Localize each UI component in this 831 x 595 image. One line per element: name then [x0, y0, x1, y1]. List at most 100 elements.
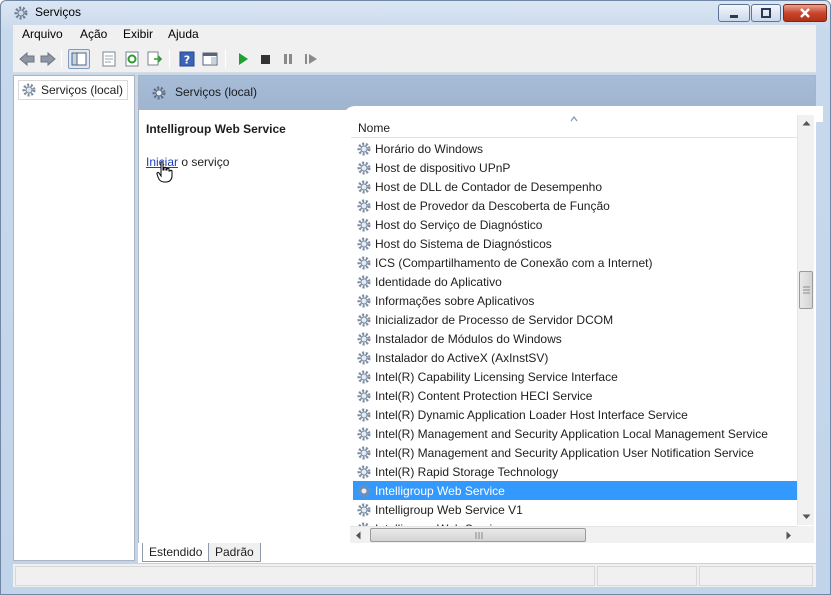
- grip-icon: [803, 286, 810, 294]
- service-name: Intel(R) Dynamic Application Loader Host…: [375, 407, 688, 422]
- service-name: Instalador de Módulos do Windows: [375, 331, 562, 346]
- service-row[interactable]: Host de DLL de Contador de Desempenho: [353, 177, 797, 196]
- start-service-button[interactable]: [234, 50, 252, 68]
- rows-container: Horário do Windows Host de dispositivo UP…: [351, 139, 797, 529]
- service-row[interactable]: Instalador de Módulos do Windows: [353, 329, 797, 348]
- pause-service-button[interactable]: [279, 50, 297, 68]
- title-bar[interactable]: Serviços: [1, 1, 830, 25]
- view-tabs: Estendido Padrão: [138, 543, 816, 563]
- toolbar-separator: [61, 50, 62, 68]
- service-name: Intel(R) Capability Licensing Service In…: [375, 369, 618, 384]
- properties-button[interactable]: [100, 50, 118, 68]
- services-window: Serviços Arquivo Ação Exibir Ajuda ? Ser…: [0, 0, 831, 595]
- service-row[interactable]: Inicializador de Processo de Servidor DC…: [353, 310, 797, 329]
- tab-padrao[interactable]: Padrão: [208, 543, 261, 562]
- service-row[interactable]: Intel(R) Dynamic Application Loader Host…: [353, 405, 797, 424]
- start-service-suffix: o serviço: [178, 155, 230, 169]
- service-name: Host de DLL de Contador de Desempenho: [375, 179, 603, 194]
- menu-acao[interactable]: Ação: [80, 27, 107, 41]
- properties-icon: [102, 51, 116, 67]
- column-header-nome[interactable]: Nome: [351, 116, 797, 138]
- gear-icon: [357, 294, 371, 307]
- show-hide-button[interactable]: [201, 50, 219, 68]
- service-name: Informações sobre Aplicativos: [375, 293, 535, 308]
- status-bar: [13, 563, 816, 587]
- service-name: Intel(R) Rapid Storage Technology: [375, 464, 559, 479]
- service-row[interactable]: Host do Sistema de Diagnósticos: [353, 234, 797, 253]
- service-name: Instalador do ActiveX (AxInstSV): [375, 350, 549, 365]
- service-row[interactable]: Host de Provedor da Descoberta de Função: [353, 196, 797, 215]
- service-name: Host do Sistema de Diagnósticos: [375, 236, 552, 251]
- gear-icon: [357, 370, 371, 383]
- service-row[interactable]: Identidade do Aplicativo: [353, 272, 797, 291]
- gear-icon: [357, 199, 371, 212]
- service-row[interactable]: Horário do Windows: [353, 139, 797, 158]
- menu-ajuda[interactable]: Ajuda: [168, 27, 199, 41]
- service-row[interactable]: Instalador do ActiveX (AxInstSV): [353, 348, 797, 367]
- gear-icon: [357, 218, 371, 231]
- toolbar-separator: [169, 50, 170, 68]
- scroll-left-icon: [356, 531, 361, 540]
- close-button[interactable]: [783, 4, 827, 22]
- gear-icon: [357, 389, 371, 402]
- service-row[interactable]: Host de dispositivo UPnP: [353, 158, 797, 177]
- tree-item-services-local[interactable]: Serviços (local): [18, 80, 129, 100]
- toolbar: ?: [13, 45, 816, 73]
- service-row[interactable]: Intel(R) Management and Security Applica…: [353, 424, 797, 443]
- vertical-scroll-thumb[interactable]: [799, 271, 813, 309]
- tab-estendido[interactable]: Estendido: [142, 543, 210, 562]
- gear-icon: [357, 313, 371, 326]
- resume-service-button[interactable]: [302, 50, 320, 68]
- gear-icon: [357, 427, 371, 440]
- service-name: Inicializador de Processo de Servidor DC…: [375, 312, 614, 327]
- console-tree: Serviços (local): [13, 75, 135, 561]
- service-row[interactable]: Intel(R) Capability Licensing Service In…: [353, 367, 797, 386]
- service-name: Intel(R) Management and Security Applica…: [375, 445, 754, 460]
- service-name: Host de dispositivo UPnP: [375, 160, 511, 175]
- toolbar-separator: [225, 50, 226, 68]
- service-row[interactable]: Host do Serviço de Diagnóstico: [353, 215, 797, 234]
- export-button[interactable]: [146, 50, 164, 68]
- refresh-button[interactable]: [123, 50, 141, 68]
- gear-icon: [357, 161, 371, 174]
- svg-text:?: ?: [184, 54, 190, 67]
- service-row[interactable]: Informações sobre Aplicativos: [353, 291, 797, 310]
- forward-icon: [40, 52, 56, 66]
- gear-icon: [357, 503, 371, 516]
- gear-icon: [14, 6, 28, 20]
- service-name: Intelligroup Web Service V1: [375, 502, 523, 517]
- maximize-button[interactable]: [751, 4, 781, 22]
- service-row[interactable]: Intel(R) Management and Security Applica…: [353, 443, 797, 462]
- back-icon: [19, 52, 35, 66]
- gear-icon: [357, 465, 371, 478]
- selected-service-name: Intelligroup Web Service: [146, 122, 286, 136]
- back-button[interactable]: [18, 50, 36, 68]
- service-name: Intel(R) Content Protection HECI Service: [375, 388, 593, 403]
- stop-service-button[interactable]: [256, 50, 274, 68]
- minimize-button[interactable]: [718, 4, 750, 22]
- hand-cursor-icon: [156, 161, 173, 183]
- service-row[interactable]: Intel(R) Content Protection HECI Service: [353, 386, 797, 405]
- grip-icon: [475, 532, 483, 539]
- horizontal-scroll-thumb[interactable]: [370, 528, 586, 542]
- service-row[interactable]: ICS (Compartilhamento de Conexão com a I…: [353, 253, 797, 272]
- gear-icon: [357, 256, 371, 269]
- vertical-scrollbar[interactable]: [797, 115, 814, 525]
- refresh-icon: [125, 51, 139, 67]
- service-row[interactable]: Intel(R) Rapid Storage Technology: [353, 462, 797, 481]
- tree-item-label: Serviços (local): [41, 83, 124, 97]
- status-segment: [699, 566, 813, 586]
- service-row[interactable]: Intelligroup Web Service V1: [353, 500, 797, 519]
- service-name: Intel(R) Management and Security Applica…: [375, 426, 768, 441]
- service-name: Horário do Windows: [375, 141, 484, 156]
- stop-icon: [261, 55, 270, 64]
- console-tree-button[interactable]: [68, 49, 90, 69]
- service-row[interactable]: Intelligroup Web Service: [353, 481, 797, 500]
- status-segment: [15, 566, 595, 586]
- minimize-icon: [730, 15, 738, 18]
- forward-button[interactable]: [39, 50, 57, 68]
- menu-arquivo[interactable]: Arquivo: [22, 27, 63, 41]
- menu-exibir[interactable]: Exibir: [123, 27, 153, 41]
- help-button[interactable]: ?: [178, 50, 196, 68]
- horizontal-scrollbar[interactable]: [350, 526, 797, 543]
